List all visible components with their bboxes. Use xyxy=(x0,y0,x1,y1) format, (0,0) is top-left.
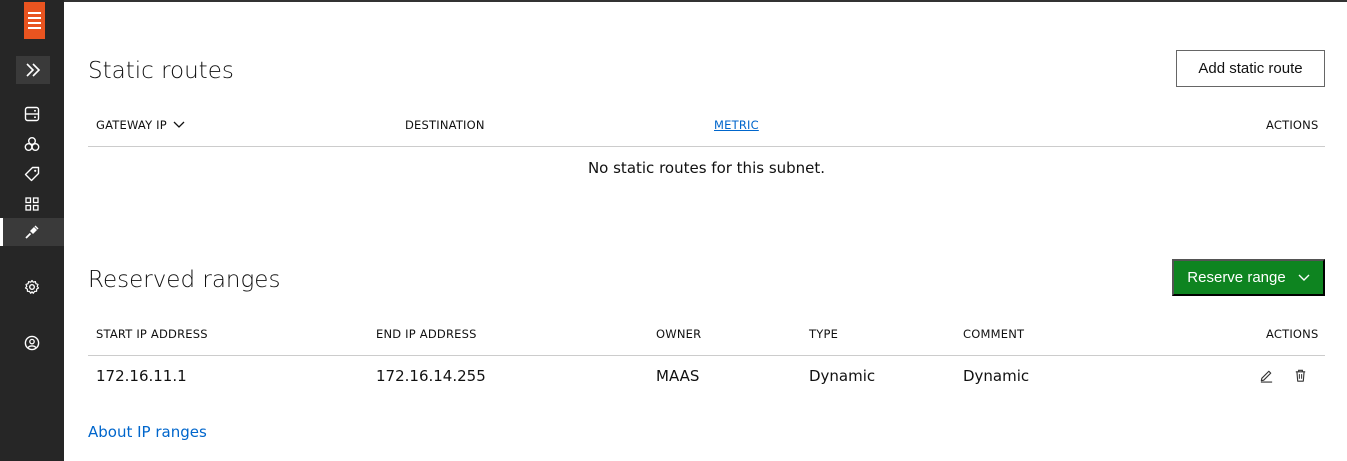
double-chevron-right-icon xyxy=(26,63,41,77)
account-icon xyxy=(24,335,40,351)
pencil-icon xyxy=(1260,370,1272,383)
nav-item-pools[interactable] xyxy=(0,130,64,158)
trash-icon xyxy=(1295,369,1305,382)
gateway-ip-header-label: GATEWAY IP xyxy=(96,118,167,132)
pools-icon xyxy=(24,137,40,151)
comment-cell: Dynamic xyxy=(963,367,1030,385)
nav-item-settings[interactable] xyxy=(0,273,64,301)
end-ip-header: END IP ADDRESS xyxy=(376,327,477,341)
add-static-route-button[interactable]: Add static route xyxy=(1176,50,1325,87)
zones-icon xyxy=(25,197,39,211)
networking-icon xyxy=(25,225,39,239)
type-cell: Dynamic xyxy=(809,367,876,385)
reserve-range-label: Reserve range xyxy=(1187,269,1286,286)
static-routes-actions-header: ACTIONS xyxy=(1266,118,1319,132)
table-divider xyxy=(88,146,1325,147)
edit-range-button[interactable] xyxy=(1258,367,1274,383)
owner-cell: MAAS xyxy=(656,367,700,385)
comment-header: COMMENT xyxy=(963,327,1025,341)
start-ip-header: START IP ADDRESS xyxy=(96,327,208,341)
metric-header[interactable]: METRIC xyxy=(714,118,759,132)
chevron-down-icon xyxy=(1298,274,1310,281)
main-content: Static routes Add static route GATEWAY I… xyxy=(64,2,1347,461)
settings-icon xyxy=(24,279,40,294)
destination-header[interactable]: DESTINATION xyxy=(405,118,485,132)
chevron-down-icon xyxy=(173,121,185,128)
gateway-ip-header[interactable]: GATEWAY IP xyxy=(96,118,185,132)
static-routes-title: Static routes xyxy=(88,58,234,84)
reserved-actions-header: ACTIONS xyxy=(1266,327,1319,341)
nav-item-account[interactable] xyxy=(0,329,64,357)
reserve-range-button[interactable]: Reserve range xyxy=(1172,259,1325,296)
nav-item-machines[interactable] xyxy=(0,100,64,128)
empty-static-routes-message: No static routes for this subnet. xyxy=(587,159,826,177)
reserved-ranges-title: Reserved ranges xyxy=(88,267,281,293)
machines-icon xyxy=(24,106,40,122)
owner-header: OWNER xyxy=(656,327,702,341)
table-divider xyxy=(88,355,1325,356)
end-ip-cell: 172.16.14.255 xyxy=(376,367,486,385)
maas-logo[interactable] xyxy=(24,2,45,39)
delete-range-button[interactable] xyxy=(1292,367,1308,383)
type-header: TYPE xyxy=(809,327,839,341)
tags-icon xyxy=(24,166,40,182)
sidebar xyxy=(0,0,64,461)
nav-item-tags[interactable] xyxy=(0,160,64,188)
expand-sidebar-button[interactable] xyxy=(16,56,50,84)
nav-item-networking[interactable] xyxy=(0,218,64,246)
nav-item-zones[interactable] xyxy=(0,190,64,218)
start-ip-cell: 172.16.11.1 xyxy=(96,367,187,385)
about-ip-ranges-link[interactable]: About IP ranges xyxy=(88,423,207,441)
